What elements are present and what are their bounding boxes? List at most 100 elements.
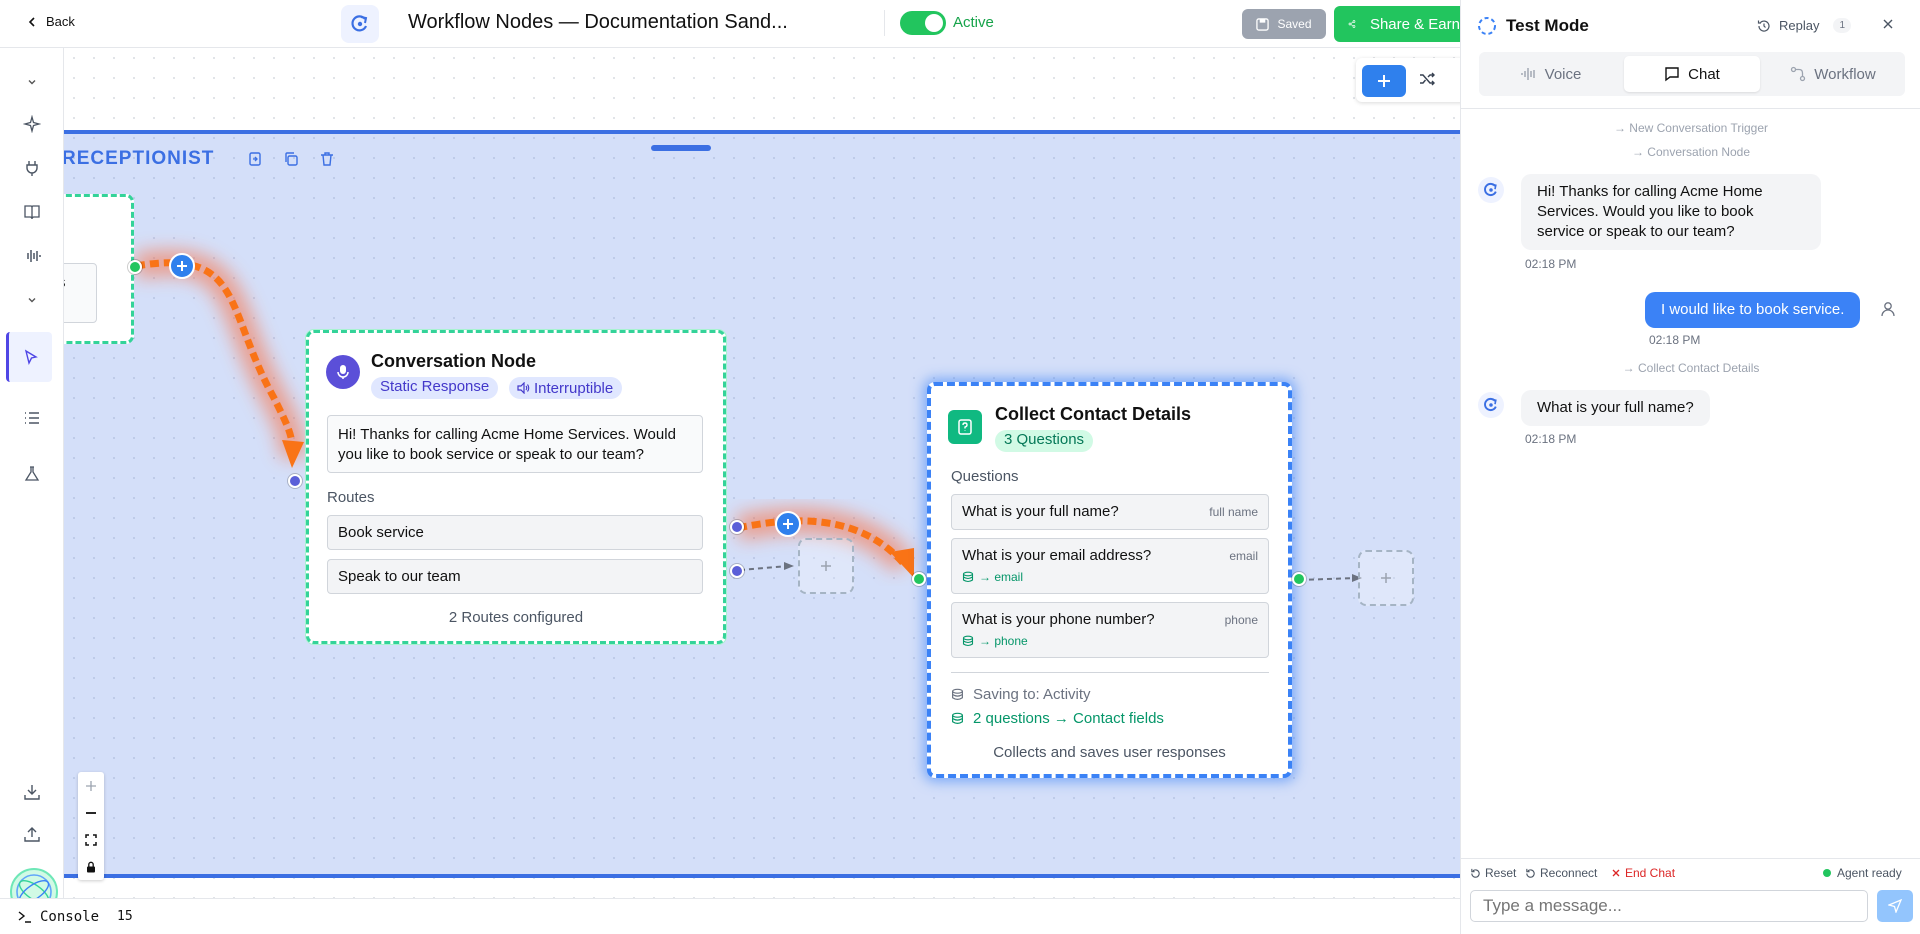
- back-label: Back: [46, 14, 75, 29]
- collect-contact-node[interactable]: Collect Contact Details 3 Questions Ques…: [927, 382, 1292, 778]
- edge-arrowhead: [784, 562, 794, 570]
- list-icon: [25, 412, 39, 424]
- active-toggle[interactable]: [900, 11, 946, 35]
- message-input[interactable]: [1470, 890, 1868, 922]
- input-handle[interactable]: [912, 572, 926, 586]
- plug-icon: [26, 161, 38, 176]
- sidebar-item-voice[interactable]: [16, 240, 48, 272]
- agent-status-label: Agent ready: [1837, 866, 1902, 880]
- input-handle[interactable]: [288, 474, 302, 488]
- console-bar[interactable]: Console 15: [0, 898, 1460, 934]
- routes-configured-footer: 2 Routes configured: [448, 609, 584, 626]
- add-node-on-edge-button[interactable]: [169, 253, 195, 279]
- end-chat-button[interactable]: End Chat: [1611, 866, 1675, 880]
- chevron-left-icon: [28, 16, 35, 27]
- plus-icon: [821, 561, 831, 571]
- zoom-out-button[interactable]: [78, 799, 104, 826]
- sparkles-icon: [23, 115, 41, 133]
- route-book-service[interactable]: Book service: [327, 515, 703, 550]
- routes-label: Routes: [327, 489, 375, 506]
- question-item[interactable]: What is your phone number? phone → phone: [951, 602, 1269, 658]
- shuffle-icon: [1420, 72, 1435, 86]
- interruptible-label: Interruptible: [534, 379, 614, 397]
- sidebar-download-button[interactable]: [16, 776, 48, 808]
- sidebar-collapse-button[interactable]: [16, 66, 48, 98]
- question-item[interactable]: What is your email address? email → emai…: [951, 538, 1269, 594]
- saving-to-text: Saving to: Activity: [973, 686, 1091, 703]
- send-button[interactable]: [1877, 890, 1913, 922]
- edge-collect-to-placeholder[interactable]: [1299, 577, 1357, 581]
- question-text: What is your phone number?: [962, 611, 1155, 628]
- upload-icon: [24, 827, 40, 842]
- edge-team-to-placeholder[interactable]: [739, 565, 789, 571]
- close-icon[interactable]: [1881, 17, 1895, 31]
- chevron-down-icon: [28, 80, 36, 85]
- sidebar-upload-button[interactable]: [16, 818, 48, 850]
- saved-button[interactable]: Saved: [1242, 9, 1326, 39]
- reconnect-button[interactable]: Reconnect: [1525, 866, 1597, 880]
- conversation-node[interactable]: Conversation Node Static Response Interr…: [306, 330, 726, 644]
- route-speak-to-team[interactable]: Speak to our team: [327, 559, 703, 594]
- question-text: What is your email address?: [962, 547, 1152, 564]
- add-node-placeholder[interactable]: [798, 538, 854, 594]
- fit-view-button[interactable]: [78, 826, 104, 853]
- tab-workflow[interactable]: Workflow: [1765, 56, 1901, 92]
- add-node-placeholder[interactable]: [1358, 550, 1414, 606]
- questions-label: Questions: [951, 468, 1019, 485]
- reset-button[interactable]: Reset: [1470, 866, 1516, 880]
- output-handle[interactable]: [128, 260, 142, 274]
- add-node-on-edge-button[interactable]: [775, 511, 801, 537]
- route-handle-speak-to-team[interactable]: [730, 564, 744, 578]
- tab-voice[interactable]: Voice: [1483, 56, 1619, 92]
- add-node-button[interactable]: [1362, 65, 1406, 97]
- replay-label: Replay: [1779, 18, 1820, 33]
- output-handle[interactable]: [1292, 572, 1306, 586]
- database-icon: [962, 635, 974, 647]
- question-key: phone: [1224, 613, 1258, 627]
- share-earn-button[interactable]: Share & Earn: [1334, 6, 1460, 42]
- route-handle-book-service[interactable]: [730, 520, 744, 534]
- workflow-title[interactable]: Workflow Nodes — Documentation Sand...: [408, 11, 788, 34]
- sidebar-item-integrations[interactable]: [16, 152, 48, 184]
- database-icon: [952, 688, 963, 700]
- workflow-canvas[interactable]: RECEPTIONIST sms Conversation Node Stati…: [64, 48, 1460, 898]
- previous-node[interactable]: sms: [64, 194, 134, 344]
- interruptible-badge: Interruptible: [509, 377, 623, 399]
- message-time: 02:18 PM: [1525, 432, 1577, 446]
- zoom-in-button[interactable]: [78, 772, 104, 799]
- plus-icon: [86, 780, 96, 791]
- status-dot: [1823, 869, 1831, 877]
- sidebar-item-select-tool[interactable]: [6, 332, 52, 382]
- field-mapping-summary: 2 questions → Contact fields: [951, 710, 1164, 727]
- test-mode-panel: Test Mode Replay 1 Voice Chat Workflow →…: [1460, 0, 1920, 934]
- collect-node-title: Collect Contact Details: [995, 404, 1192, 424]
- system-event: → Collect Contact Details: [1622, 361, 1760, 375]
- bot-logo-icon: [1484, 397, 1497, 411]
- auto-layout-button[interactable]: [1418, 70, 1436, 88]
- tab-chat[interactable]: Chat: [1624, 56, 1760, 92]
- lock-canvas-button[interactable]: [78, 853, 104, 880]
- sidebar-item-list[interactable]: [16, 402, 48, 434]
- back-button[interactable]: Back: [26, 14, 75, 29]
- sidebar-section-toggle[interactable]: [16, 284, 48, 316]
- share-icon: [1348, 20, 1356, 28]
- sidebar-item-test[interactable]: [16, 458, 48, 490]
- sidebar-item-ai[interactable]: [16, 108, 48, 140]
- sidebar-item-knowledge[interactable]: [16, 196, 48, 228]
- question-mapping: → email: [962, 570, 1258, 584]
- chat-bubble-icon: [1665, 67, 1679, 82]
- panel-divider: [1461, 108, 1920, 109]
- form-icon: [948, 410, 982, 444]
- system-event: → Conversation Node: [1631, 145, 1751, 159]
- question-item[interactable]: What is your full name? full name: [951, 494, 1269, 530]
- workflow-logo-icon[interactable]: [341, 5, 379, 43]
- bot-avatar: [1478, 177, 1504, 203]
- conversation-message[interactable]: Hi! Thanks for calling Acme Home Service…: [327, 415, 703, 473]
- plus-icon: [783, 519, 793, 529]
- reset-icon: [1471, 868, 1480, 878]
- chat-message-bot: Hi! Thanks for calling Acme Home Service…: [1521, 174, 1821, 250]
- panel-header: Test Mode Replay 1: [1461, 0, 1920, 50]
- minus-icon: [86, 811, 96, 814]
- replay-button[interactable]: Replay 1: [1757, 18, 1852, 33]
- question-key: email: [1229, 549, 1258, 563]
